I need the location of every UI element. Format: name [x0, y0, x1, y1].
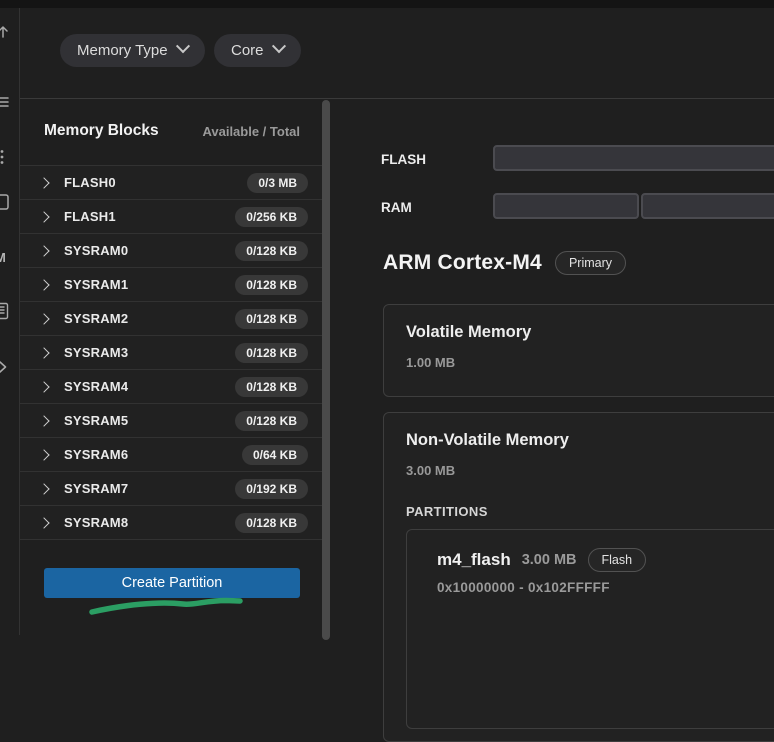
- core-memory-view: FLASH RAM ARM Cortex-M4 Primary Volatile…: [340, 98, 774, 635]
- usage-badge: 0/128 KB: [235, 275, 308, 295]
- memory-block-row-sysram5[interactable]: SYSRAM5 0/128 KB: [20, 403, 322, 437]
- core-dropdown[interactable]: Core: [214, 34, 301, 67]
- memory-block-row-sysram3[interactable]: SYSRAM3 0/128 KB: [20, 335, 322, 369]
- chevron-right-icon: [38, 415, 49, 426]
- primary-badge: Primary: [555, 251, 626, 275]
- flash-bar-label: FLASH: [381, 152, 426, 167]
- usage-badge: 0/256 KB: [235, 207, 308, 227]
- partition-name-row: m4_flash 3.00 MB Flash: [437, 548, 646, 572]
- memory-block-row-sysram8[interactable]: SYSRAM8 0/128 KB: [20, 505, 322, 539]
- chevron-right-icon: [38, 279, 49, 290]
- memory-block-row-sysram1[interactable]: SYSRAM1 0/128 KB: [20, 267, 322, 301]
- chevron-right-icon: [38, 381, 49, 392]
- usage-badge: 0/128 KB: [235, 241, 308, 261]
- chevron-right-icon: [38, 245, 49, 256]
- partitions-header: PARTITIONS: [406, 504, 488, 519]
- m-marker-icon[interactable]: M: [0, 248, 11, 266]
- non-volatile-memory-card: Non-Volatile Memory 3.00 MB PARTITIONS m…: [383, 412, 774, 742]
- chevron-right-icon: [38, 313, 49, 324]
- ram-bar-label: RAM: [381, 200, 412, 215]
- window-top-strip: [0, 0, 774, 8]
- usage-badge: 0/128 KB: [235, 309, 308, 329]
- list-icon[interactable]: [0, 93, 11, 111]
- ram-memory-bar-segment-2: [641, 193, 774, 219]
- core-title: ARM Cortex-M4: [383, 251, 542, 275]
- usage-badge: 0/64 KB: [242, 445, 308, 465]
- memory-block-row-sysram7[interactable]: SYSRAM7 0/192 KB: [20, 471, 322, 505]
- notes-icon[interactable]: [0, 302, 11, 320]
- core-heading: ARM Cortex-M4 Primary: [383, 251, 626, 275]
- memory-blocks-panel: Memory Blocks Available / Total FLASH0 0…: [20, 99, 322, 635]
- chevron-right-icon: [38, 449, 49, 460]
- volatile-memory-card: Volatile Memory 1.00 MB: [383, 304, 774, 397]
- chevron-down-icon: [271, 39, 285, 53]
- partition-name: m4_flash: [437, 550, 511, 570]
- available-total-column-header: Available / Total: [202, 124, 300, 139]
- block-name: SYSRAM5: [64, 413, 128, 428]
- create-partition-button[interactable]: Create Partition: [44, 568, 300, 598]
- core-dropdown-label: Core: [231, 42, 264, 59]
- memory-block-row-sysram0[interactable]: SYSRAM0 0/128 KB: [20, 233, 322, 267]
- partition-card-m4-flash[interactable]: m4_flash 3.00 MB Flash 0x10000000 - 0x10…: [406, 529, 774, 729]
- usage-badge: 0/3 MB: [247, 173, 308, 193]
- svg-text:M: M: [0, 250, 6, 265]
- usage-badge: 0/128 KB: [235, 411, 308, 431]
- block-name: SYSRAM2: [64, 311, 128, 326]
- hand-drawn-underline-annotation: [88, 596, 248, 618]
- usage-badge: 0/128 KB: [235, 343, 308, 363]
- chevron-right-icon: [38, 517, 49, 528]
- non-volatile-memory-size: 3.00 MB: [406, 463, 455, 478]
- block-name: SYSRAM6: [64, 447, 128, 462]
- ram-memory-bar-segment-1: [493, 193, 639, 219]
- chevron-right-icon[interactable]: [0, 358, 11, 376]
- memory-block-list: FLASH0 0/3 MB FLASH1 0/256 KB SYSRAM0 0/…: [20, 165, 322, 540]
- panel-frame-icon[interactable]: [0, 193, 11, 211]
- non-volatile-memory-title: Non-Volatile Memory: [406, 431, 569, 450]
- block-name: SYSRAM7: [64, 481, 128, 496]
- memory-block-row-sysram4[interactable]: SYSRAM4 0/128 KB: [20, 369, 322, 403]
- memory-block-row-sysram2[interactable]: SYSRAM2 0/128 KB: [20, 301, 322, 335]
- memory-type-dropdown[interactable]: Memory Type: [60, 34, 205, 67]
- chevron-right-icon: [38, 347, 49, 358]
- icon-rail: M: [0, 8, 20, 635]
- memory-blocks-header: Memory Blocks Available / Total: [20, 99, 322, 165]
- block-name: SYSRAM0: [64, 243, 128, 258]
- partition-address-range: 0x10000000 - 0x102FFFFF: [437, 580, 610, 595]
- memory-block-row-flash1[interactable]: FLASH1 0/256 KB: [20, 199, 322, 233]
- chevron-right-icon: [38, 177, 49, 188]
- flash-memory-bar: [493, 145, 774, 171]
- arrow-up-icon[interactable]: [0, 22, 11, 40]
- chevron-down-icon: [176, 39, 190, 53]
- block-name: SYSRAM1: [64, 277, 128, 292]
- panel-title: Memory Blocks: [44, 122, 159, 140]
- block-name: SYSRAM3: [64, 345, 128, 360]
- memory-block-row-flash0[interactable]: FLASH0 0/3 MB: [20, 165, 322, 199]
- partition-type-badge: Flash: [588, 548, 647, 572]
- block-name: SYSRAM8: [64, 515, 128, 530]
- list-scrollbar[interactable]: [322, 100, 330, 640]
- volatile-memory-title: Volatile Memory: [406, 323, 531, 342]
- block-name: FLASH0: [64, 175, 116, 190]
- usage-badge: 0/128 KB: [235, 513, 308, 533]
- partition-size: 3.00 MB: [522, 552, 577, 568]
- usage-badge: 0/128 KB: [235, 377, 308, 397]
- kebab-dots-icon[interactable]: [0, 148, 11, 166]
- volatile-memory-size: 1.00 MB: [406, 355, 455, 370]
- memory-block-row-sysram6[interactable]: SYSRAM6 0/64 KB: [20, 437, 322, 471]
- chevron-right-icon: [38, 483, 49, 494]
- block-name: FLASH1: [64, 209, 116, 224]
- block-name: SYSRAM4: [64, 379, 128, 394]
- usage-badge: 0/192 KB: [235, 479, 308, 499]
- chevron-right-icon: [38, 211, 49, 222]
- memory-type-dropdown-label: Memory Type: [77, 42, 168, 59]
